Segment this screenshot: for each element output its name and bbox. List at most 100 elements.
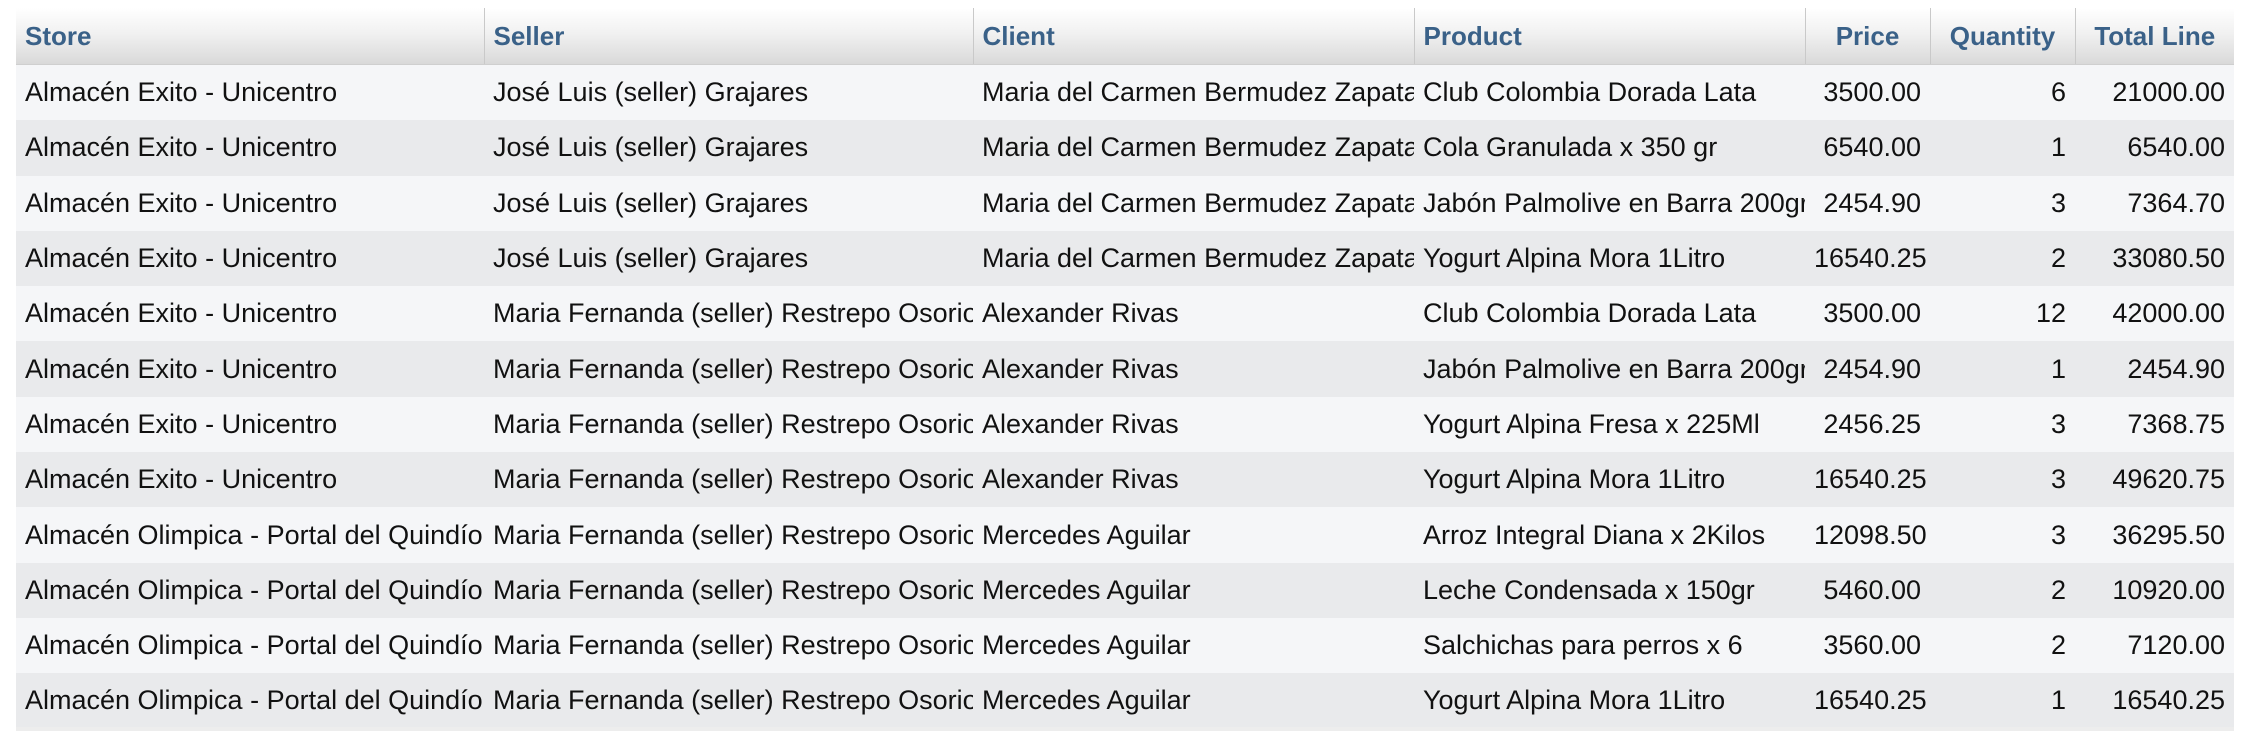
cell-store: Almacén Exito - Unicentro bbox=[16, 120, 484, 176]
table-row[interactable]: Almacén Olimpica - Portal del Quindío. Ma… bbox=[16, 562, 2234, 618]
cell-product: Yogurt Alpina Fresa x 225Ml bbox=[1414, 396, 1805, 453]
cell-client: Mercedes Aguilar bbox=[973, 507, 1414, 563]
cell-total-line: 42000.00 bbox=[2075, 286, 2234, 342]
cell-product: Jabón Palmolive en Barra 200gr bbox=[1414, 175, 1805, 231]
column-header-product[interactable]: Product bbox=[1414, 8, 1806, 65]
table-row[interactable]: Almacén Exito - Unicentro Maria Fernanda … bbox=[16, 286, 2234, 342]
cell-product: Yogurt Alpina Mora 1Litro bbox=[1414, 230, 1805, 287]
cell-seller: Maria Fernanda (seller) Restrepo Osorio bbox=[484, 617, 973, 674]
cell-total-line: 33080.50 bbox=[2075, 230, 2234, 287]
cell-total-line: 21000.00 bbox=[2075, 64, 2234, 121]
cell-price: 3500.00 bbox=[1805, 286, 1930, 342]
cell-product: Salchichas para perros x 6 bbox=[1414, 617, 1805, 674]
sales-grid: Store Seller Client Product Price Quanti… bbox=[16, 8, 2234, 729]
table-row[interactable]: Almacén Olimpica - Portal del Quindío. Ma… bbox=[16, 673, 2234, 729]
cell-seller: Maria Fernanda (seller) Restrepo Osorio bbox=[484, 286, 973, 342]
cell-store: Almacén Olimpica - Portal del Quindío. bbox=[16, 507, 484, 563]
cell-seller: José Luis (seller) Grajares bbox=[484, 64, 973, 121]
cell-product: Yogurt Alpina Mora 1Litro bbox=[1414, 452, 1805, 508]
cell-price: 12098.50 bbox=[1805, 507, 1930, 563]
cell-product: Jabón Palmolive en Barra 200gr bbox=[1414, 341, 1805, 397]
cell-quantity: 1 bbox=[1930, 120, 2075, 176]
cell-client: Maria del Carmen Bermudez Zapata bbox=[973, 120, 1414, 176]
cell-quantity: 1 bbox=[1930, 341, 2075, 397]
cell-total-line: 7368.75 bbox=[2075, 396, 2234, 453]
cell-store: Almacén Exito - Unicentro bbox=[16, 64, 484, 121]
cell-client: Mercedes Aguilar bbox=[973, 562, 1414, 618]
table-row[interactable]: Almacén Exito - Unicentro José Luis (sell… bbox=[16, 120, 2234, 176]
cell-client: Maria del Carmen Bermudez Zapata bbox=[973, 64, 1414, 121]
grid-bottom-edge bbox=[16, 727, 2234, 731]
cell-store: Almacén Exito - Unicentro bbox=[16, 175, 484, 231]
table-row[interactable]: Almacén Exito - Unicentro José Luis (sell… bbox=[16, 175, 2234, 231]
cell-store: Almacén Exito - Unicentro bbox=[16, 341, 484, 397]
sales-table: Store Seller Client Product Price Quanti… bbox=[16, 8, 2234, 729]
cell-client: Maria del Carmen Bermudez Zapata bbox=[973, 175, 1414, 231]
cell-store: Almacén Olimpica - Portal del Quindío. bbox=[16, 562, 484, 618]
column-header-seller[interactable]: Seller bbox=[484, 8, 974, 65]
cell-quantity: 1 bbox=[1930, 673, 2075, 729]
cell-quantity: 3 bbox=[1930, 452, 2075, 508]
cell-quantity: 12 bbox=[1930, 286, 2075, 342]
table-row[interactable]: Almacén Exito - Unicentro José Luis (sell… bbox=[16, 230, 2234, 287]
cell-price: 2454.90 bbox=[1805, 341, 1930, 397]
table-row[interactable]: Almacén Exito - Unicentro Maria Fernanda … bbox=[16, 396, 2234, 453]
cell-price: 2456.25 bbox=[1805, 396, 1930, 453]
column-header-price[interactable]: Price bbox=[1805, 8, 1931, 65]
cell-price: 16540.25 bbox=[1805, 673, 1930, 729]
cell-client: Alexander Rivas bbox=[973, 396, 1414, 453]
cell-price: 3500.00 bbox=[1805, 64, 1930, 121]
cell-total-line: 7364.70 bbox=[2075, 175, 2234, 231]
cell-seller: José Luis (seller) Grajares bbox=[484, 230, 973, 287]
cell-store: Almacén Olimpica - Portal del Quindío. bbox=[16, 617, 484, 674]
cell-price: 6540.00 bbox=[1805, 120, 1930, 176]
cell-total-line: 49620.75 bbox=[2075, 452, 2234, 508]
cell-store: Almacén Exito - Unicentro bbox=[16, 396, 484, 453]
cell-client: Mercedes Aguilar bbox=[973, 617, 1414, 674]
column-header-store[interactable]: Store bbox=[16, 8, 485, 65]
cell-quantity: 3 bbox=[1930, 507, 2075, 563]
column-header-client[interactable]: Client bbox=[973, 8, 1415, 65]
cell-product: Yogurt Alpina Mora 1Litro bbox=[1414, 673, 1805, 729]
table-row[interactable]: Almacén Exito - Unicentro Maria Fernanda … bbox=[16, 341, 2234, 397]
cell-price: 16540.25 bbox=[1805, 452, 1930, 508]
cell-total-line: 7120.00 bbox=[2075, 617, 2234, 674]
column-header-quantity[interactable]: Quantity bbox=[1930, 8, 2076, 65]
table-body: Almacén Exito - Unicentro José Luis (sell… bbox=[16, 64, 2234, 729]
cell-quantity: 2 bbox=[1930, 617, 2075, 674]
cell-quantity: 3 bbox=[1930, 396, 2075, 453]
cell-seller: Maria Fernanda (seller) Restrepo Osorio bbox=[484, 452, 973, 508]
cell-product: Leche Condensada x 150gr bbox=[1414, 562, 1805, 618]
cell-total-line: 6540.00 bbox=[2075, 120, 2234, 176]
cell-total-line: 2454.90 bbox=[2075, 341, 2234, 397]
cell-seller: José Luis (seller) Grajares bbox=[484, 120, 973, 176]
cell-price: 5460.00 bbox=[1805, 562, 1930, 618]
cell-client: Mercedes Aguilar bbox=[973, 673, 1414, 729]
table-row[interactable]: Almacén Olimpica - Portal del Quindío. Ma… bbox=[16, 617, 2234, 674]
cell-quantity: 2 bbox=[1930, 562, 2075, 618]
cell-quantity: 3 bbox=[1930, 175, 2075, 231]
cell-client: Alexander Rivas bbox=[973, 452, 1414, 508]
cell-store: Almacén Olimpica - Portal del Quindío. bbox=[16, 673, 484, 729]
cell-seller: Maria Fernanda (seller) Restrepo Osorio bbox=[484, 562, 973, 618]
cell-client: Maria del Carmen Bermudez Zapata bbox=[973, 230, 1414, 287]
cell-seller: Maria Fernanda (seller) Restrepo Osorio bbox=[484, 507, 973, 563]
cell-total-line: 10920.00 bbox=[2075, 562, 2234, 618]
cell-price: 3560.00 bbox=[1805, 617, 1930, 674]
table-row[interactable]: Almacén Olimpica - Portal del Quindío. Ma… bbox=[16, 507, 2234, 563]
table-row[interactable]: Almacén Exito - Unicentro Maria Fernanda … bbox=[16, 452, 2234, 508]
cell-quantity: 2 bbox=[1930, 230, 2075, 287]
cell-seller: José Luis (seller) Grajares bbox=[484, 175, 973, 231]
column-header-total-line[interactable]: Total Line bbox=[2075, 8, 2234, 65]
cell-client: Alexander Rivas bbox=[973, 341, 1414, 397]
cell-price: 2454.90 bbox=[1805, 175, 1930, 231]
cell-client: Alexander Rivas bbox=[973, 286, 1414, 342]
cell-total-line: 16540.25 bbox=[2075, 673, 2234, 729]
table-row[interactable]: Almacén Exito - Unicentro José Luis (sell… bbox=[16, 64, 2234, 121]
cell-product: Club Colombia Dorada Lata bbox=[1414, 64, 1805, 121]
cell-store: Almacén Exito - Unicentro bbox=[16, 286, 484, 342]
cell-seller: Maria Fernanda (seller) Restrepo Osorio bbox=[484, 341, 973, 397]
cell-seller: Maria Fernanda (seller) Restrepo Osorio bbox=[484, 673, 973, 729]
cell-product: Club Colombia Dorada Lata bbox=[1414, 286, 1805, 342]
cell-product: Arroz Integral Diana x 2Kilos bbox=[1414, 507, 1805, 563]
